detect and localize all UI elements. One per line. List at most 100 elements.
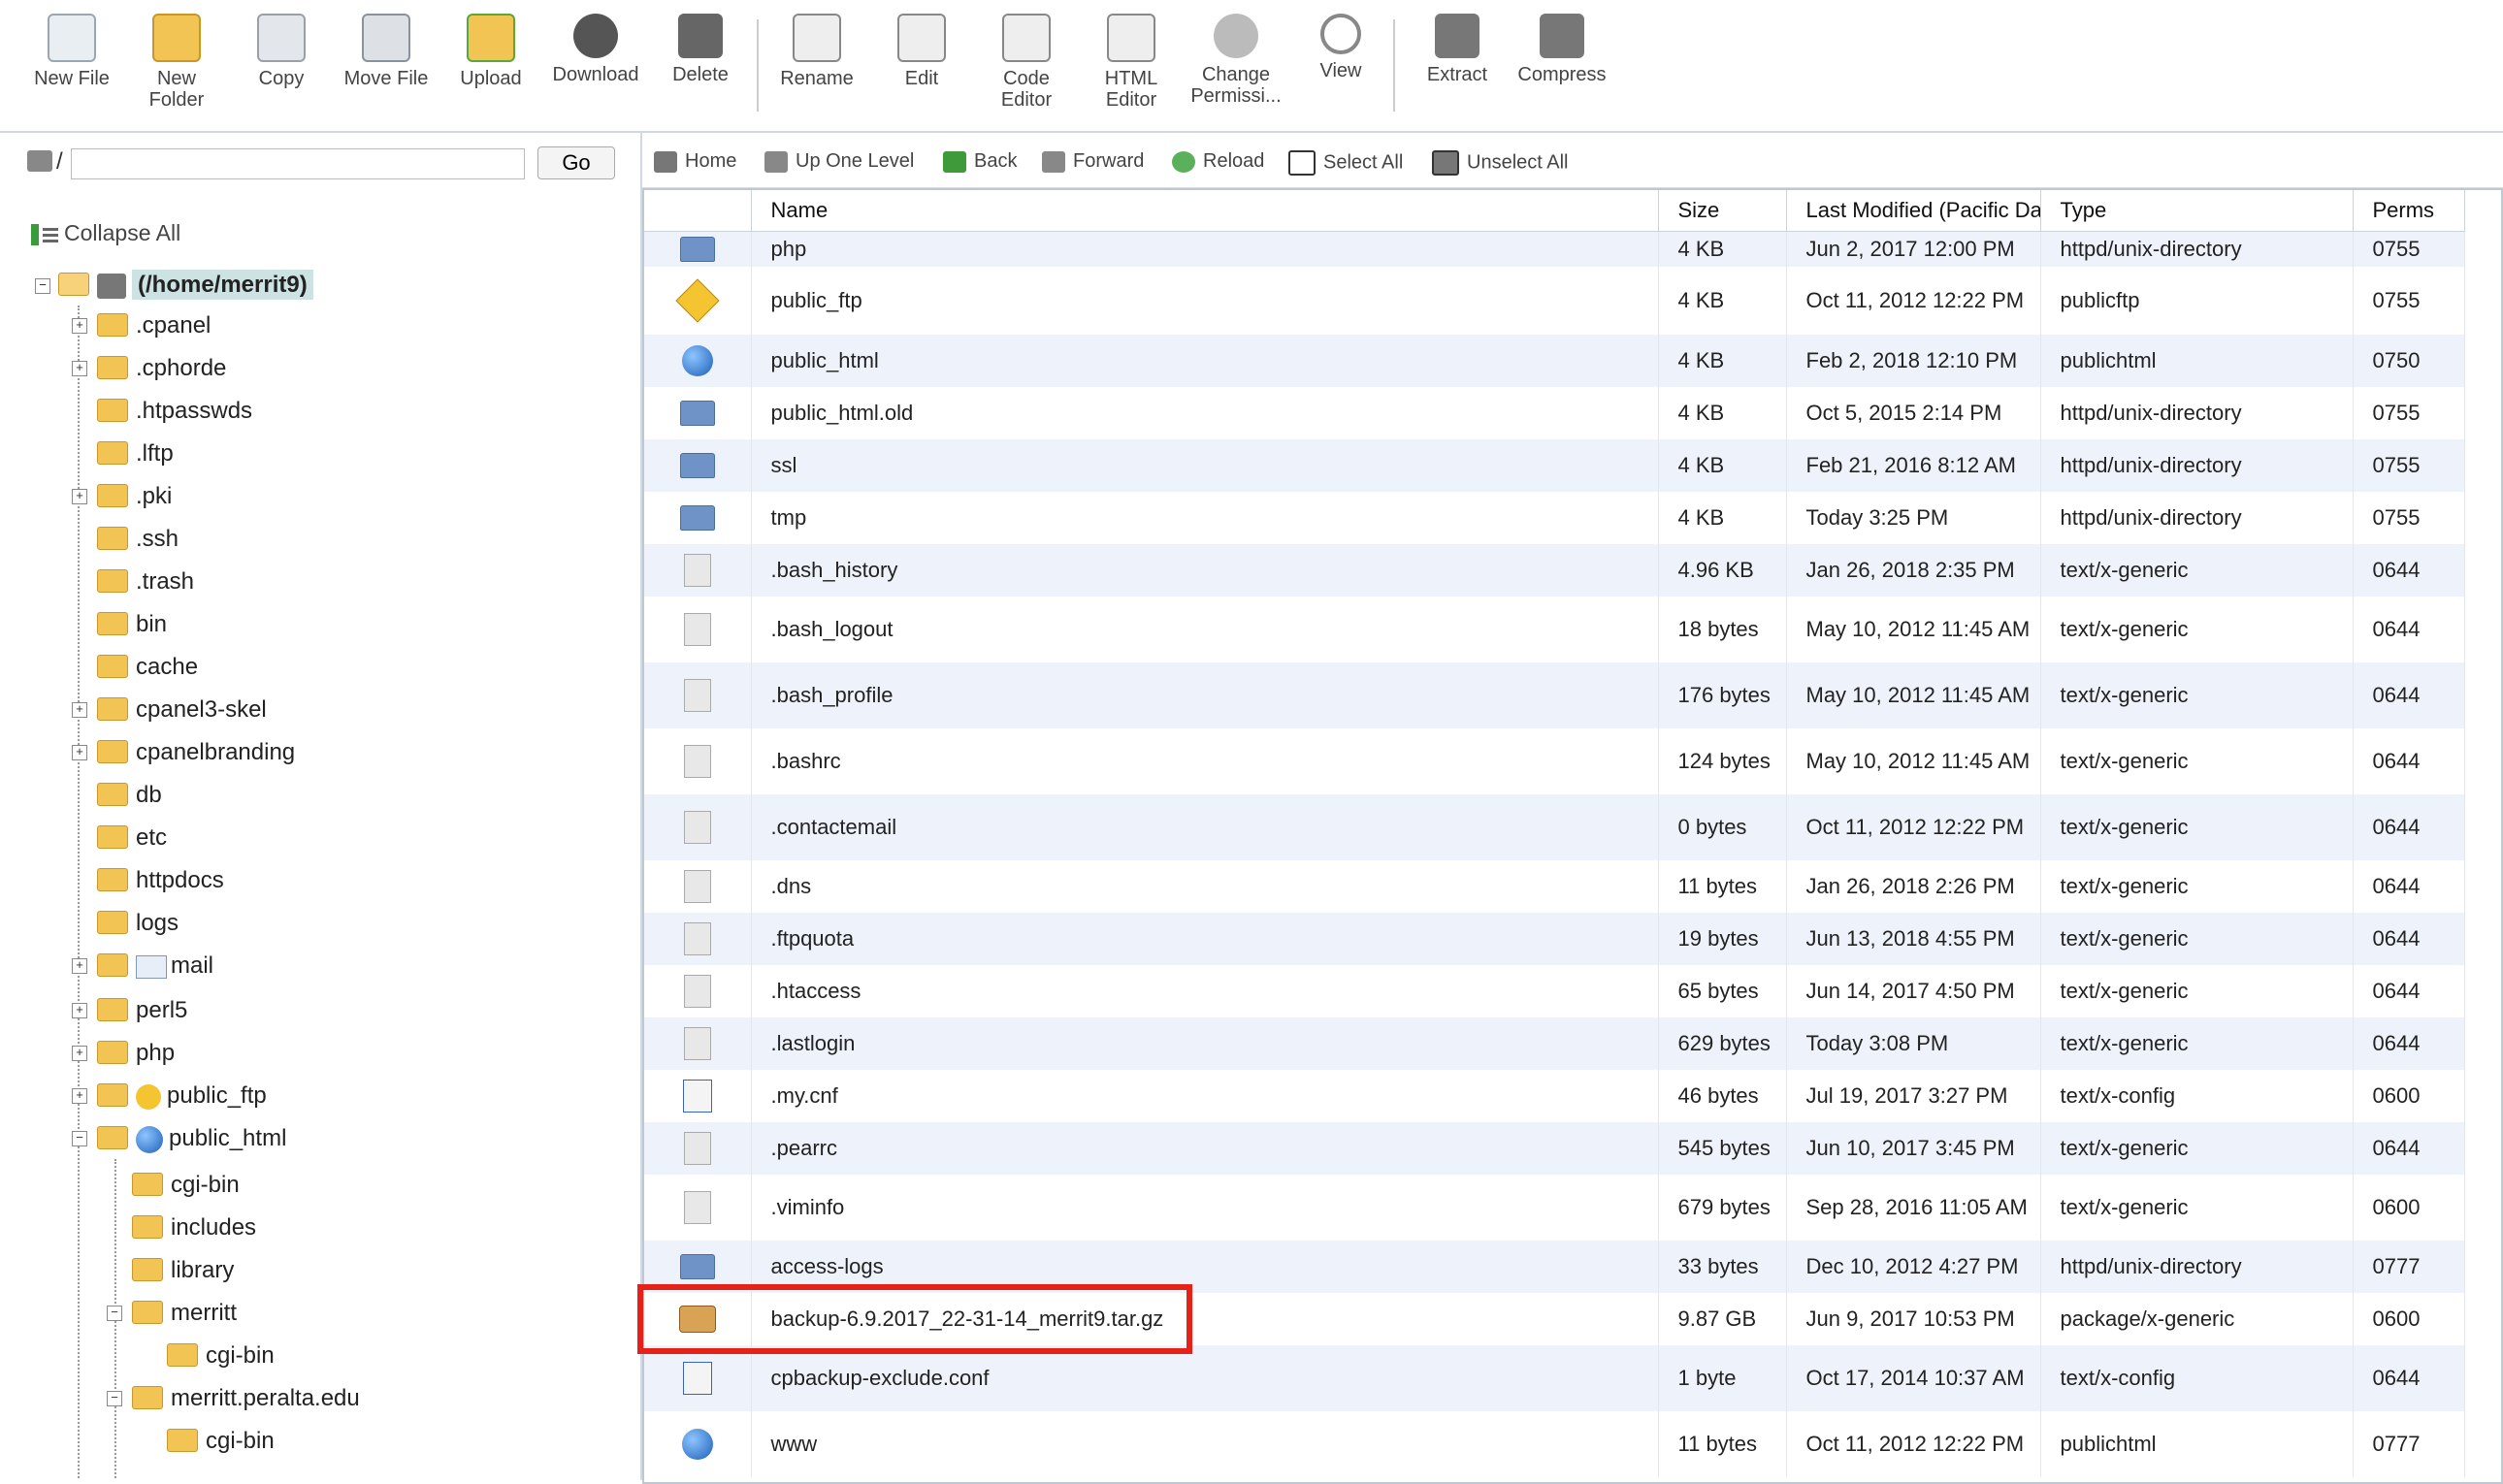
new-folder-button[interactable]: New Folder bbox=[128, 14, 225, 111]
expand-icon[interactable]: + bbox=[72, 318, 87, 334]
tree-item[interactable]: + cpanelbranding bbox=[72, 738, 295, 767]
upload-button[interactable]: Upload bbox=[442, 14, 539, 89]
file-name[interactable]: .bash_profile bbox=[751, 661, 1659, 728]
file-name[interactable]: tmp bbox=[751, 491, 1659, 544]
table-row[interactable]: .my.cnf 46 bytes Jul 19, 2017 3:27 PM text/… bbox=[644, 1069, 2465, 1122]
table-row[interactable]: public_html 4 KB Feb 2, 2018 12:10 PM publi… bbox=[644, 334, 2465, 387]
tree-item[interactable]: includes bbox=[132, 1213, 256, 1242]
tree-item[interactable]: bin bbox=[97, 610, 167, 639]
delete-button[interactable]: Delete bbox=[652, 14, 749, 85]
reload-button[interactable]: Reload bbox=[1172, 150, 1264, 173]
table-row[interactable]: tmp 4 KB Today 3:25 PM httpd/unix-directory… bbox=[644, 491, 2465, 544]
file-name[interactable]: php bbox=[751, 231, 1659, 267]
expand-icon[interactable]: + bbox=[72, 1003, 87, 1018]
file-name[interactable]: public_ftp bbox=[751, 266, 1659, 335]
tree-item[interactable]: + .cpanel bbox=[72, 311, 211, 340]
file-name[interactable]: .bashrc bbox=[751, 727, 1659, 794]
modified-column-header[interactable]: Last Modified (Pacific Da bbox=[1786, 190, 2041, 232]
tree-item[interactable]: etc bbox=[97, 823, 167, 853]
tree-item[interactable]: − merritt bbox=[107, 1299, 237, 1328]
type-column-header[interactable]: Type bbox=[2040, 190, 2354, 232]
tree-item[interactable]: httpdocs bbox=[97, 866, 224, 895]
tree-item[interactable]: + php bbox=[72, 1039, 175, 1068]
file-name[interactable]: public_html.old bbox=[751, 386, 1659, 439]
table-row[interactable]: .bash_logout 18 bytes May 10, 2012 11:45 A… bbox=[644, 596, 2465, 662]
tree-item[interactable]: + cpanel3-skel bbox=[72, 695, 267, 725]
expand-icon[interactable]: + bbox=[72, 1046, 87, 1061]
tree-item[interactable]: .trash bbox=[97, 567, 194, 597]
expand-icon[interactable]: + bbox=[72, 745, 87, 760]
forward-button[interactable]: Forward bbox=[1042, 150, 1144, 173]
path-input[interactable] bbox=[71, 148, 525, 179]
tree-item[interactable]: .lftp bbox=[97, 439, 174, 468]
tree-item[interactable]: cgi-bin bbox=[167, 1427, 275, 1456]
edit-button[interactable]: Edit bbox=[873, 14, 970, 89]
table-row[interactable]: .bash_history 4.96 KB Jan 26, 2018 2:35 PM… bbox=[644, 543, 2465, 597]
move-file-button[interactable]: Move File bbox=[338, 14, 435, 89]
table-row[interactable]: ssl 4 KB Feb 21, 2016 8:12 AM httpd/unix-di… bbox=[644, 438, 2465, 492]
table-row[interactable]: cpbackup-exclude.conf 1 byte Oct 17, 2014 … bbox=[644, 1344, 2465, 1411]
rename-button[interactable]: Rename bbox=[768, 14, 865, 89]
file-name[interactable]: .bash_history bbox=[751, 543, 1659, 597]
file-name[interactable]: public_html bbox=[751, 334, 1659, 387]
back-button[interactable]: Back bbox=[943, 150, 1017, 173]
table-row[interactable]: php 4 KB Jun 2, 2017 12:00 PM httpd/unix-di… bbox=[644, 231, 2465, 267]
tree-item[interactable]: − public_html bbox=[72, 1124, 286, 1153]
unselect-all-button[interactable]: Unselect All bbox=[1432, 150, 1569, 176]
collapse-toggle-icon[interactable]: − bbox=[107, 1306, 122, 1321]
size-column-header[interactable]: Size bbox=[1658, 190, 1787, 232]
table-row[interactable]: public_ftp 4 KB Oct 11, 2012 12:22 PM publi… bbox=[644, 266, 2465, 335]
tree-item[interactable]: cgi-bin bbox=[167, 1341, 275, 1371]
tree-item[interactable]: + .cphorde bbox=[72, 354, 226, 383]
file-name[interactable]: .lastlogin bbox=[751, 1016, 1659, 1070]
tree-item[interactable]: .ssh bbox=[97, 525, 179, 554]
file-name[interactable]: .bash_logout bbox=[751, 596, 1659, 662]
file-name[interactable]: cpbackup-exclude.conf bbox=[751, 1344, 1659, 1411]
file-name[interactable]: .dns bbox=[751, 859, 1659, 913]
new-file-button[interactable]: New File bbox=[23, 14, 120, 89]
go-button[interactable]: Go bbox=[537, 146, 615, 179]
collapse-toggle-icon[interactable]: − bbox=[35, 277, 50, 294]
expand-icon[interactable]: + bbox=[72, 1088, 87, 1104]
file-name[interactable]: .pearrc bbox=[751, 1121, 1659, 1175]
download-button[interactable]: Download bbox=[547, 14, 644, 85]
home-button[interactable]: Home bbox=[654, 150, 736, 173]
expand-icon[interactable]: + bbox=[72, 702, 87, 718]
up-one-level-button[interactable]: Up One Level bbox=[764, 150, 914, 173]
tree-item[interactable]: .htpasswds bbox=[97, 397, 252, 426]
file-name[interactable]: .viminfo bbox=[751, 1174, 1659, 1241]
table-row[interactable]: .htaccess 65 bytes Jun 14, 2017 4:50 PM tex… bbox=[644, 964, 2465, 1017]
tree-item[interactable]: + perl5 bbox=[72, 996, 187, 1025]
expand-icon[interactable]: + bbox=[72, 489, 87, 504]
table-row[interactable]: .viminfo 679 bytes Sep 28, 2016 11:05 AM te… bbox=[644, 1174, 2465, 1241]
expand-icon[interactable]: + bbox=[72, 958, 87, 974]
file-name[interactable]: .my.cnf bbox=[751, 1069, 1659, 1122]
table-row[interactable]: .dns 11 bytes Jan 26, 2018 2:26 PM text/x-g… bbox=[644, 859, 2465, 913]
tree-item[interactable]: − merritt.peralta.edu bbox=[107, 1384, 360, 1413]
file-name[interactable]: www bbox=[751, 1410, 1659, 1477]
perms-column-header[interactable]: Perms bbox=[2353, 190, 2465, 232]
tree-item[interactable]: db bbox=[97, 781, 162, 810]
tree-item[interactable]: library bbox=[132, 1256, 234, 1285]
select-all-button[interactable]: Select All bbox=[1288, 150, 1403, 176]
collapse-all-link[interactable]: Collapse All bbox=[31, 220, 180, 246]
table-row[interactable]: .ftpquota 19 bytes Jun 13, 2018 4:55 PM tex… bbox=[644, 912, 2465, 965]
compress-button[interactable]: Compress bbox=[1513, 14, 1610, 85]
table-row[interactable]: .pearrc 545 bytes Jun 10, 2017 3:45 PM text… bbox=[644, 1121, 2465, 1175]
expand-icon[interactable]: + bbox=[72, 361, 87, 376]
file-name[interactable]: .htaccess bbox=[751, 964, 1659, 1017]
copy-button[interactable]: Copy bbox=[233, 14, 330, 89]
table-row[interactable]: .lastlogin 629 bytes Today 3:08 PM text/x-g… bbox=[644, 1016, 2465, 1070]
tree-item[interactable]: cache bbox=[97, 653, 198, 682]
tree-item[interactable]: + mail bbox=[72, 952, 213, 981]
extract-button[interactable]: Extract bbox=[1409, 14, 1506, 85]
tree-item[interactable]: logs bbox=[97, 909, 179, 938]
name-column-header[interactable]: Name bbox=[751, 190, 1659, 232]
code-editor-button[interactable]: Code Editor bbox=[978, 14, 1075, 111]
table-row[interactable]: .contactemail 0 bytes Oct 11, 2012 12:22 P… bbox=[644, 793, 2465, 860]
change-permissions-button[interactable]: Change Permissi... bbox=[1187, 14, 1284, 107]
html-editor-button[interactable]: HTML Editor bbox=[1083, 14, 1180, 111]
tree-root[interactable]: − (/home/merrit9) bbox=[35, 270, 313, 300]
view-button[interactable]: View bbox=[1292, 14, 1389, 81]
file-name[interactable]: .ftpquota bbox=[751, 912, 1659, 965]
